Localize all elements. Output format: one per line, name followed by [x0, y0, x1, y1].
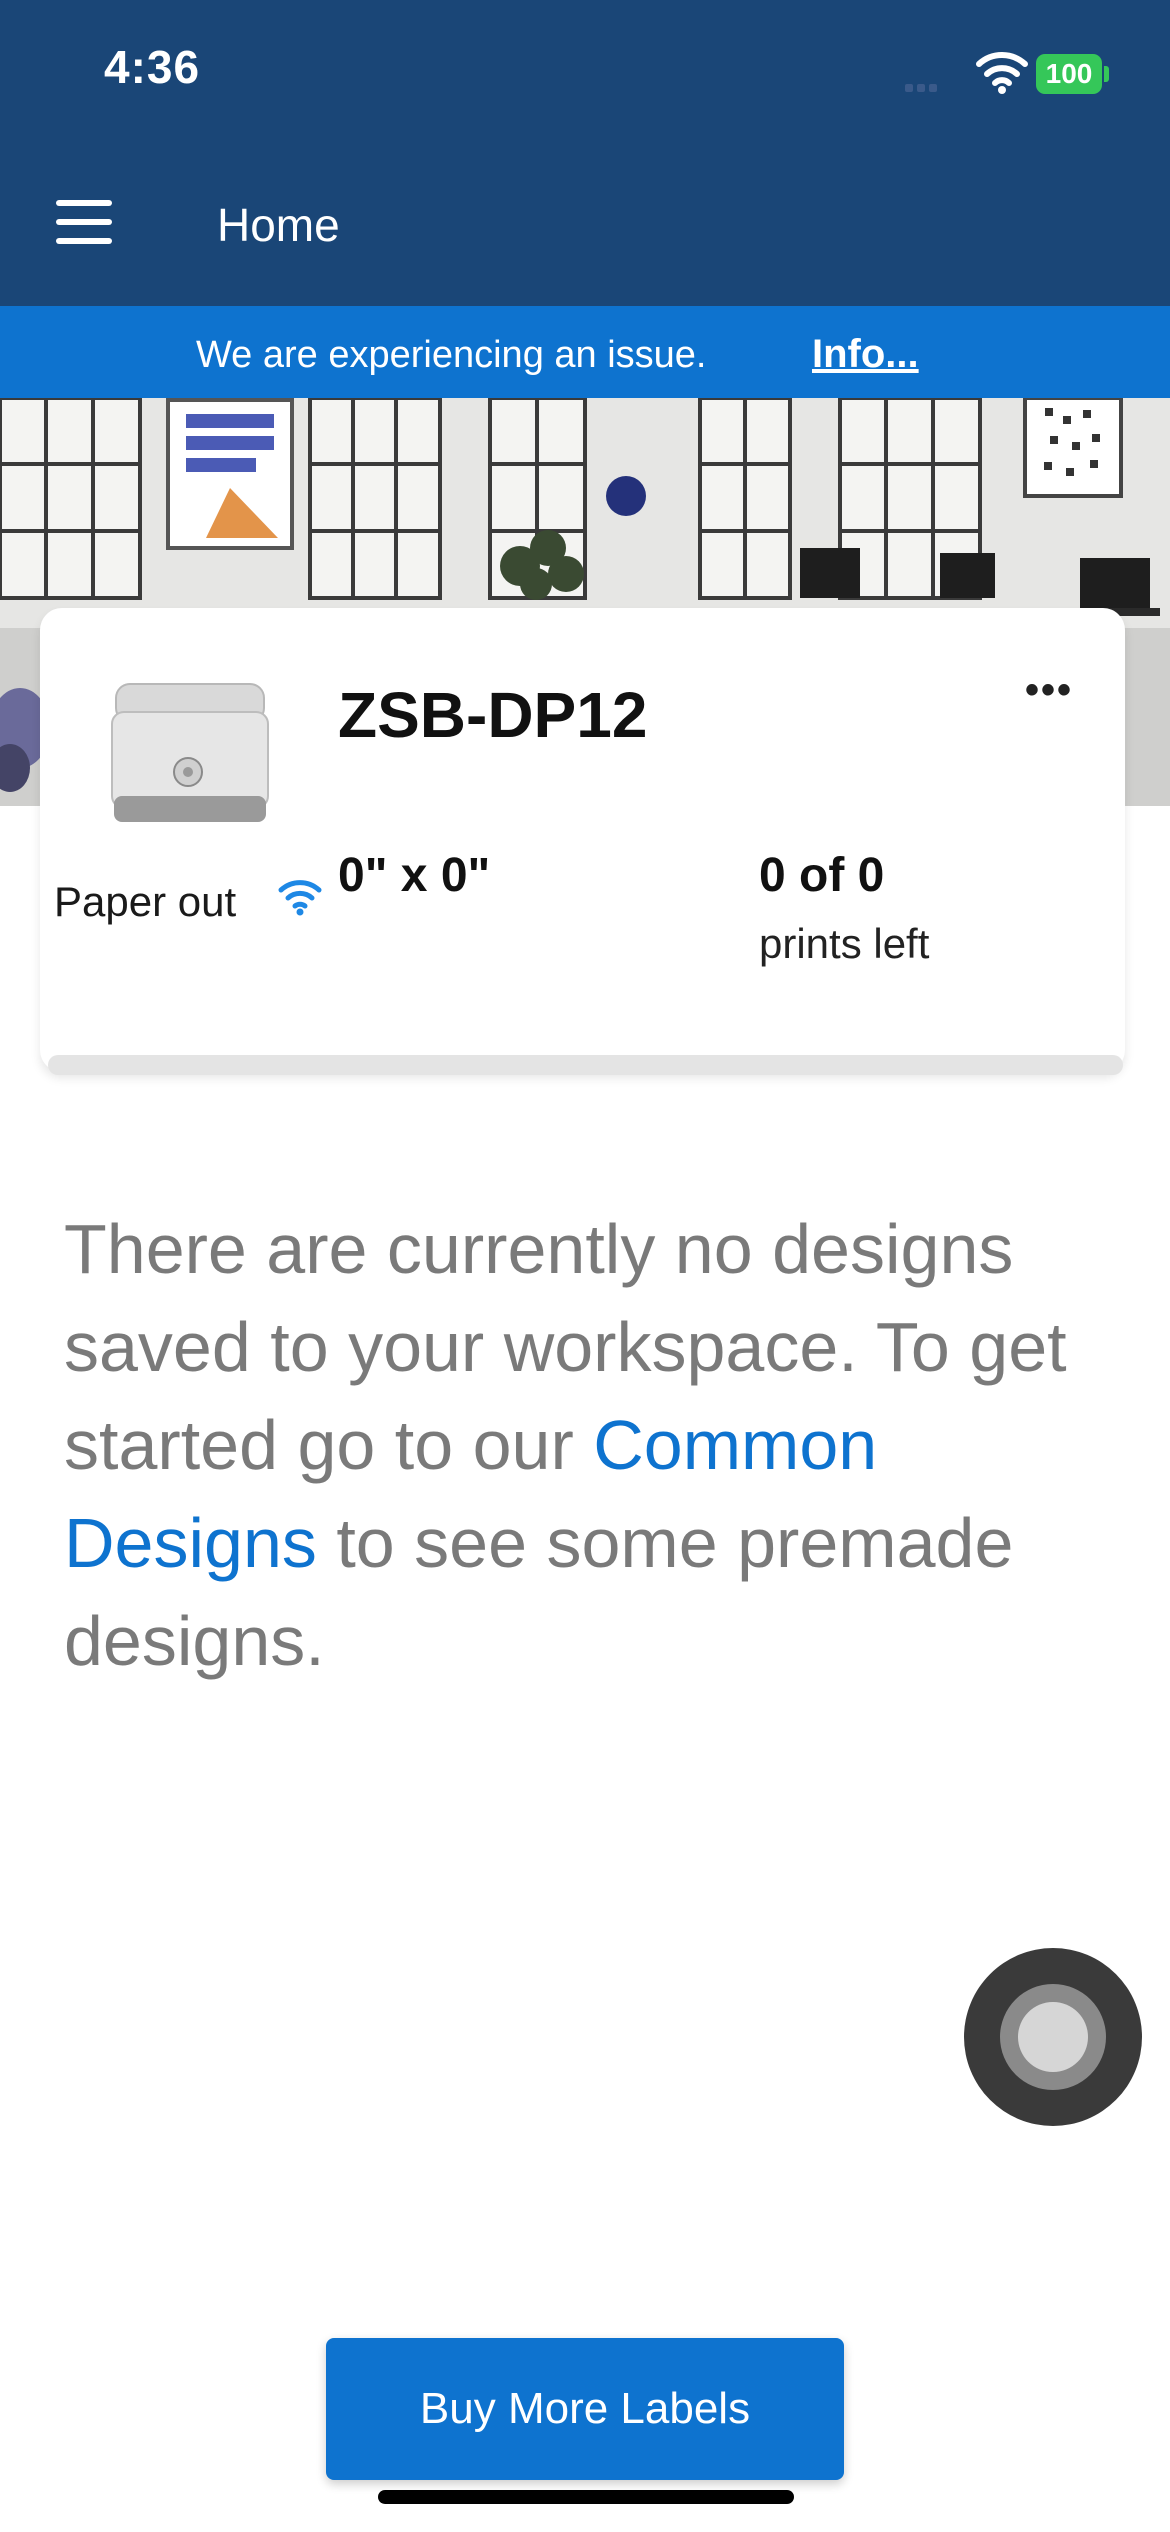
printer-icon: [111, 683, 269, 822]
empty-state-text-before: There are currently no designs saved to …: [64, 1210, 1067, 1484]
label-size: 0" x 0": [338, 849, 491, 902]
home-indicator: [378, 2490, 794, 2504]
issue-banner: We are experiencing an issue. Info...: [0, 306, 1170, 398]
printer-status: Paper out: [54, 878, 237, 925]
issue-message: We are experiencing an issue.: [196, 334, 707, 376]
issue-info-link[interactable]: Info...: [812, 332, 919, 377]
printer-name: ZSB-DP12: [338, 679, 648, 751]
wifi-icon: [976, 52, 1028, 94]
battery-icon: 100: [1036, 54, 1102, 94]
prints-left-caption: prints left: [759, 920, 930, 967]
app-header: Home: [0, 150, 1170, 306]
wifi-status-icon: [278, 880, 322, 916]
status-bar: 4:36 100: [0, 0, 1170, 150]
hamburger-menu-icon[interactable]: [56, 200, 112, 244]
page-title: Home: [217, 199, 340, 251]
floating-action-button[interactable]: [964, 1948, 1142, 2126]
battery-tip: [1104, 66, 1109, 82]
cellular-signal-icon: [905, 84, 937, 92]
card-shadow: [48, 1055, 1123, 1075]
buy-more-labels-button[interactable]: Buy More Labels: [326, 2338, 844, 2480]
label-roll-icon: [1000, 1984, 1106, 2090]
printer-card[interactable]: ZSB-DP12 ••• Paper out 0" x 0" 0 of 0 pr…: [40, 608, 1125, 1072]
status-time: 4:36: [104, 41, 201, 93]
empty-state-message: There are currently no designs saved to …: [64, 1200, 1144, 1690]
prints-count: 0 of 0: [759, 849, 885, 902]
more-options-icon[interactable]: •••: [1025, 668, 1073, 713]
